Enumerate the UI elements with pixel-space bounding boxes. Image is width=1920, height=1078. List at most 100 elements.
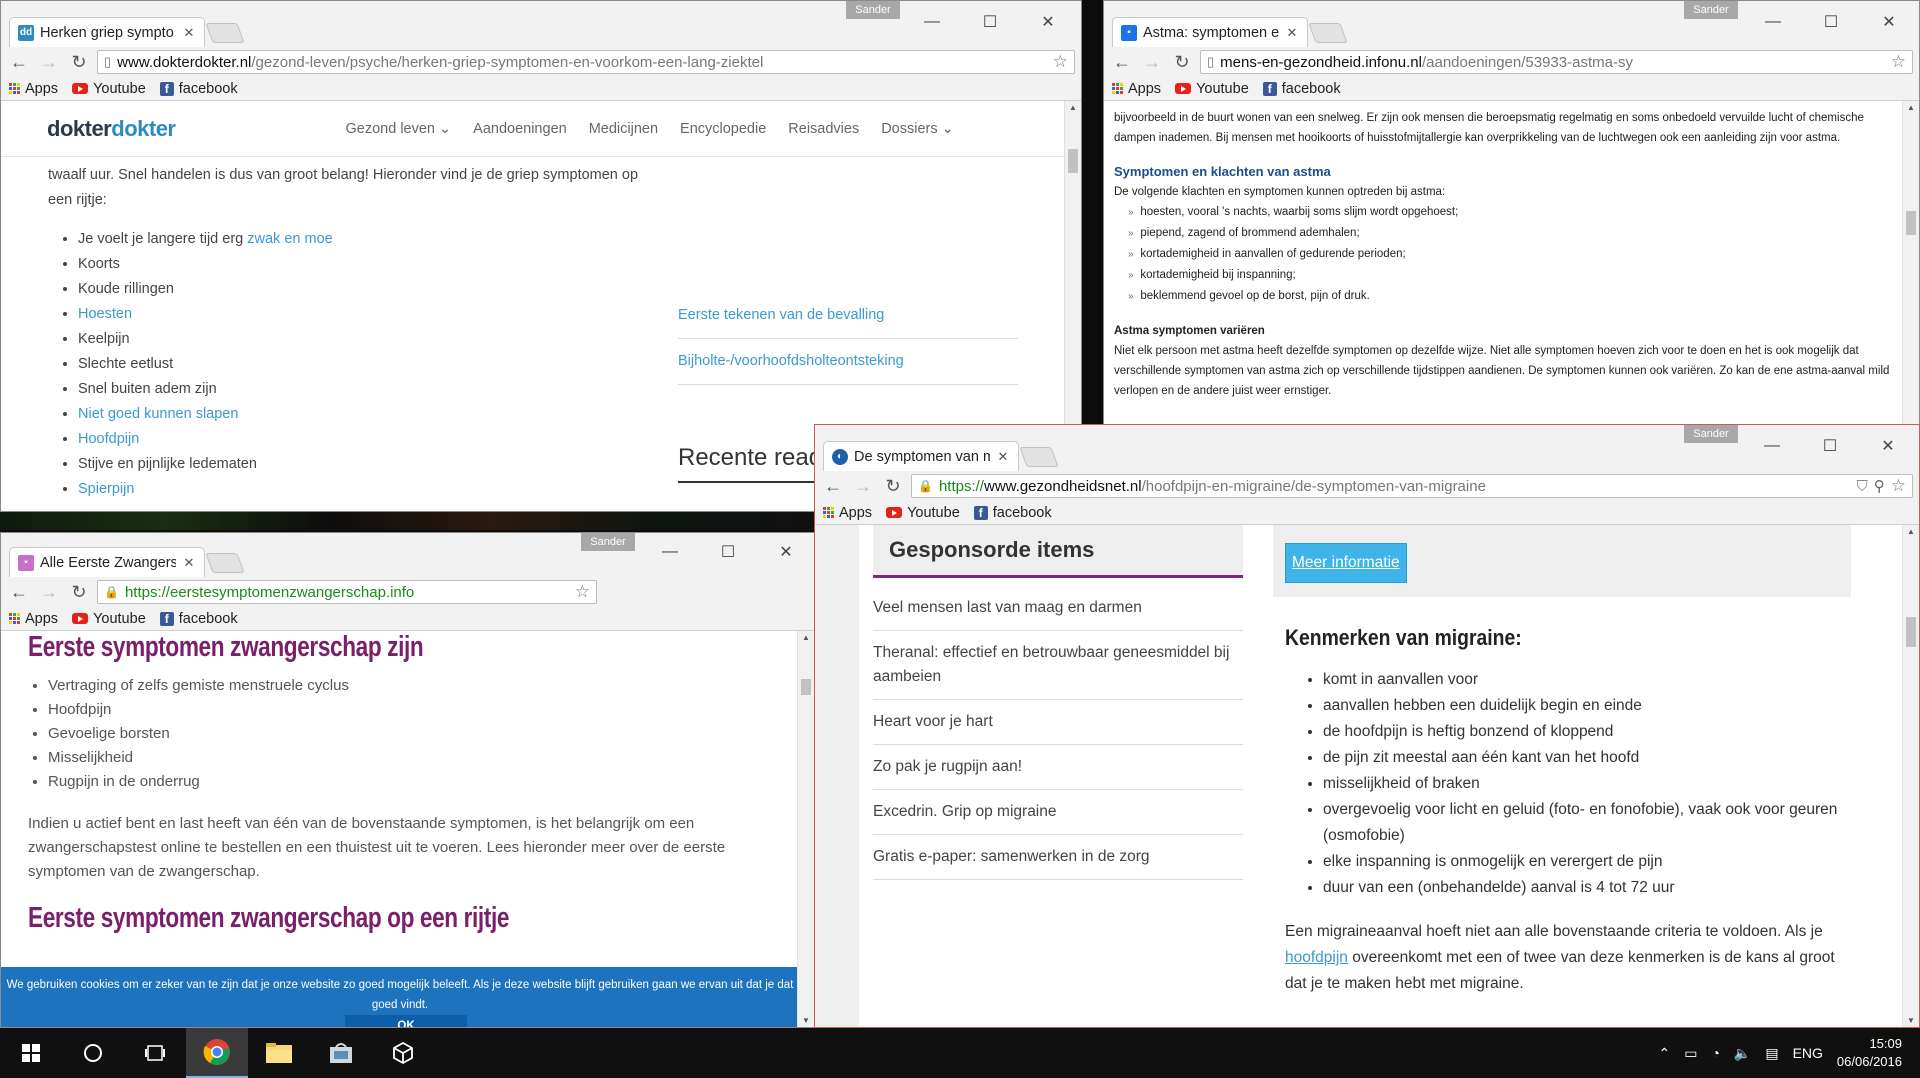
search-cortana-icon[interactable] xyxy=(62,1028,124,1078)
browser-tab[interactable]: dd Herken griep sympto ✕ xyxy=(9,17,205,47)
tab-close-icon[interactable]: ✕ xyxy=(996,449,1010,465)
scrollbar-thumb[interactable] xyxy=(1906,617,1916,647)
sponsored-item[interactable]: Theranal: effectief en betrouwbaar genee… xyxy=(873,631,1243,700)
minimize-button[interactable]: — xyxy=(641,537,699,567)
bookmark-facebook[interactable]: f facebook xyxy=(159,611,238,627)
close-button[interactable]: ✕ xyxy=(757,537,814,567)
bookmark-apps[interactable]: Apps xyxy=(823,505,872,521)
bookmark-apps[interactable]: Apps xyxy=(9,81,58,97)
new-tab-button[interactable] xyxy=(205,23,245,43)
chevron-up-icon[interactable]: ⌃ xyxy=(1658,1045,1670,1062)
cookie-ok-button[interactable]: OK xyxy=(345,1015,467,1027)
unity-icon[interactable] xyxy=(372,1028,434,1078)
close-button[interactable]: ✕ xyxy=(1019,7,1077,37)
address-bar[interactable]: ▯ www.dokterdokter.nl/gezond-leven/psych… xyxy=(97,50,1075,74)
browser-window-infonu[interactable]: ▪ Astma: symptomen e ✕ Sander — ☐ ✕ ← → … xyxy=(1103,0,1920,430)
forward-button[interactable]: → xyxy=(851,474,875,498)
address-bar[interactable]: ▯ mens-en-gezondheid.infonu.nl/aandoenin… xyxy=(1200,50,1913,74)
nav-item[interactable]: Reisadvies xyxy=(788,121,859,137)
start-windows-icon[interactable] xyxy=(0,1028,62,1078)
browser-window-gezondheidsnet[interactable]: ◐ De symptomen van m ✕ Sander — ☐ ✕ ← → … xyxy=(814,424,1920,1028)
bookmark-youtube[interactable]: Youtube xyxy=(886,505,960,521)
bookmark-youtube[interactable]: Youtube xyxy=(1175,81,1249,97)
back-button[interactable]: ← xyxy=(7,50,31,74)
bookmark-star-icon[interactable]: ☆ xyxy=(1053,52,1068,72)
scrollbar-thumb[interactable] xyxy=(801,679,811,695)
scrollbar[interactable]: ▲ ▼ xyxy=(797,631,814,1027)
title-bar[interactable]: ◐ De symptomen van m ✕ Sander — ☐ ✕ xyxy=(815,425,1919,471)
scrollbar-thumb[interactable] xyxy=(1068,149,1078,173)
bookmark-apps[interactable]: Apps xyxy=(1112,81,1161,97)
user-badge[interactable]: Sander xyxy=(1684,425,1738,443)
nav-item[interactable]: Aandoeningen xyxy=(473,121,567,137)
bookmark-apps[interactable]: Apps xyxy=(9,611,58,627)
clock[interactable]: 15:09 06/06/2016 xyxy=(1837,1035,1902,1071)
symptom-link[interactable]: Spierpijn xyxy=(78,481,134,497)
new-tab-button[interactable] xyxy=(1019,447,1059,467)
related-link[interactable]: Eerste tekenen van de bevalling xyxy=(678,293,1018,339)
bookmark-star-icon[interactable]: ☆ xyxy=(1891,52,1906,72)
symptom-link[interactable]: zwak en moe xyxy=(247,231,332,247)
minimize-button[interactable]: — xyxy=(1743,431,1801,461)
title-bar[interactable]: dd Herken griep sympto ✕ Sander — ☐ ✕ xyxy=(1,1,1081,47)
bookmark-facebook[interactable]: f facebook xyxy=(973,505,1052,521)
reload-button[interactable]: ↻ xyxy=(67,580,91,604)
browser-tab[interactable]: ▪ Astma: symptomen e ✕ xyxy=(1112,17,1308,47)
inline-link[interactable]: hoofdpijn xyxy=(1285,949,1348,966)
maximize-button[interactable]: ☐ xyxy=(961,7,1019,37)
sponsored-item[interactable]: Veel mensen last van maag en darmen xyxy=(873,586,1243,631)
scrollbar[interactable]: ▲ xyxy=(1902,101,1919,429)
related-link[interactable]: Bijholte-/voorhoofdsholteontsteking xyxy=(678,339,1018,385)
address-bar[interactable]: 🔒 https://eerstesymptomenzwangerschap.in… xyxy=(97,580,597,604)
new-tab-button[interactable] xyxy=(205,553,245,573)
language-indicator[interactable]: ENG xyxy=(1793,1045,1823,1061)
maximize-button[interactable]: ☐ xyxy=(699,537,757,567)
title-bar[interactable]: ▪ Astma: symptomen e ✕ Sander — ☐ ✕ xyxy=(1104,1,1919,47)
close-button[interactable]: ✕ xyxy=(1860,7,1918,37)
title-bar[interactable]: ▪ Alle Eerste Zwangers ✕ Sander — ☐ ✕ xyxy=(1,533,814,577)
forward-button[interactable]: → xyxy=(37,50,61,74)
tab-close-icon[interactable]: ✕ xyxy=(182,555,196,571)
browser-tab[interactable]: ◐ De symptomen van m ✕ xyxy=(823,441,1019,471)
maximize-button[interactable]: ☐ xyxy=(1802,7,1860,37)
wifi-icon[interactable]: ◔ xyxy=(1711,1045,1719,1061)
browser-tab[interactable]: ▪ Alle Eerste Zwangers ✕ xyxy=(9,547,205,577)
close-button[interactable]: ✕ xyxy=(1859,431,1917,461)
sponsored-item[interactable]: Zo pak je rugpijn aan! xyxy=(873,745,1243,790)
forward-button[interactable]: → xyxy=(1140,50,1164,74)
back-button[interactable]: ← xyxy=(821,474,845,498)
action-center-icon[interactable]: ▤ xyxy=(1765,1045,1778,1062)
site-logo[interactable]: dokterdokter xyxy=(47,116,176,142)
sponsored-item[interactable]: Gratis e-paper: samenwerken in de zorg xyxy=(873,835,1243,880)
user-badge[interactable]: Sander xyxy=(581,533,635,551)
reload-button[interactable]: ↻ xyxy=(881,474,905,498)
scrollbar-thumb[interactable] xyxy=(1906,211,1916,235)
tab-close-icon[interactable]: ✕ xyxy=(1285,25,1299,41)
zoom-icon[interactable]: ⚲ xyxy=(1874,477,1885,495)
volume-icon[interactable]: 🔈 xyxy=(1734,1045,1751,1062)
user-badge[interactable]: Sander xyxy=(1684,1,1738,19)
chrome-taskbar-icon[interactable] xyxy=(186,1028,248,1078)
minimize-button[interactable]: — xyxy=(903,7,961,37)
reload-button[interactable]: ↻ xyxy=(1170,50,1194,74)
bookmark-facebook[interactable]: f facebook xyxy=(159,81,238,97)
user-badge[interactable]: Sander xyxy=(846,1,900,19)
maximize-button[interactable]: ☐ xyxy=(1801,431,1859,461)
symptom-link[interactable]: Hoofdpijn xyxy=(78,431,139,447)
task-view-icon[interactable] xyxy=(124,1028,186,1078)
symptom-link[interactable]: Hoesten xyxy=(78,306,132,322)
new-tab-button[interactable] xyxy=(1308,23,1348,43)
browser-window-zwangerschap[interactable]: ▪ Alle Eerste Zwangers ✕ Sander — ☐ ✕ ← … xyxy=(0,532,815,1028)
address-bar[interactable]: 🔒 https://www.gezondheidsnet.nl/hoofdpij… xyxy=(911,474,1913,498)
nav-item[interactable]: Medicijnen xyxy=(589,121,658,137)
file-explorer-icon[interactable] xyxy=(248,1028,310,1078)
bookmark-youtube[interactable]: Youtube xyxy=(72,81,146,97)
nav-item[interactable]: Dossiers ⌄ xyxy=(881,121,954,137)
bookmark-star-icon[interactable]: ☆ xyxy=(1891,476,1906,496)
back-button[interactable]: ← xyxy=(1110,50,1134,74)
minimize-button[interactable]: — xyxy=(1744,7,1802,37)
reload-button[interactable]: ↻ xyxy=(67,50,91,74)
tab-close-icon[interactable]: ✕ xyxy=(182,25,196,41)
symptom-link[interactable]: Niet goed kunnen slapen xyxy=(78,406,238,422)
more-info-button[interactable]: Meer informatie xyxy=(1285,543,1407,583)
